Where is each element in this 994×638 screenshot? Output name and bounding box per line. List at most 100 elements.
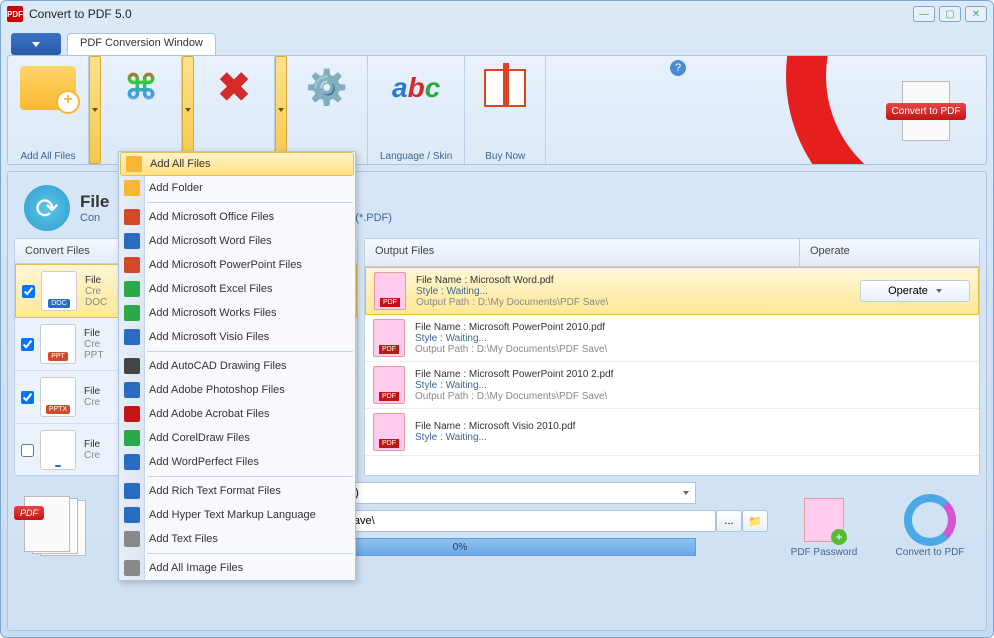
dropdown-item[interactable]: Add Adobe Photoshop Files bbox=[119, 378, 355, 402]
pdf-password-button[interactable]: PDF Password bbox=[774, 497, 874, 558]
source-checkbox[interactable] bbox=[21, 444, 34, 457]
operate-button[interactable]: Operate bbox=[860, 280, 970, 302]
menu-item-icon bbox=[124, 531, 140, 547]
pdf-password-icon bbox=[796, 497, 852, 543]
convert-to-pdf-button[interactable]: Convert to PDF bbox=[876, 76, 976, 146]
dropdown-item[interactable]: Add Text Files bbox=[119, 527, 355, 551]
menu-item-label: Add All Files bbox=[150, 158, 211, 170]
dropdown-item[interactable]: Add Rich Text Format Files bbox=[119, 479, 355, 503]
ribbon-office-dropdown[interactable] bbox=[182, 56, 194, 164]
dropdown-item[interactable]: Add WordPerfect Files bbox=[119, 450, 355, 474]
ribbon-buynow[interactable]: Buy Now bbox=[465, 56, 546, 164]
help-icon[interactable]: ? bbox=[670, 60, 686, 76]
menu-item-label: Add Adobe Photoshop Files bbox=[149, 384, 285, 396]
ribbon-add-all-label: Add All Files bbox=[20, 151, 75, 162]
browse-button[interactable]: ... bbox=[716, 510, 742, 532]
source-checkbox[interactable] bbox=[21, 338, 34, 351]
output-meta: File Name : Microsoft PowerPoint 2010 2.… bbox=[415, 369, 861, 402]
app-menu-orb[interactable] bbox=[11, 33, 61, 55]
output-item[interactable]: PDF File Name : Microsoft Visio 2010.pdfS… bbox=[365, 409, 979, 456]
dropdown-item[interactable]: Add CorelDraw Files bbox=[119, 426, 355, 450]
menu-item-icon bbox=[124, 382, 140, 398]
dropdown-item[interactable]: Add Microsoft Excel Files bbox=[119, 277, 355, 301]
minimize-button[interactable]: — bbox=[913, 6, 935, 22]
dropdown-item[interactable]: Add Hyper Text Markup Language bbox=[119, 503, 355, 527]
menu-item-icon bbox=[124, 180, 140, 196]
dropdown-separator bbox=[147, 202, 353, 203]
source-checkbox[interactable] bbox=[22, 285, 35, 298]
menu-item-icon bbox=[124, 209, 140, 225]
close-button[interactable]: ✕ bbox=[965, 6, 987, 22]
folder-add-icon bbox=[20, 60, 76, 116]
convert-button-label: Convert to PDF bbox=[896, 547, 965, 558]
tab-pdf-conversion[interactable]: PDF Conversion Window bbox=[67, 33, 216, 55]
menu-item-label: Add Microsoft Word Files bbox=[149, 235, 272, 247]
menu-item-icon bbox=[124, 430, 140, 446]
menu-item-label: Add CorelDraw Files bbox=[149, 432, 250, 444]
dropdown-item[interactable]: Add All Files bbox=[120, 152, 354, 176]
titlebar: PDF Convert to PDF 5.0 — ▢ ✕ bbox=[1, 1, 993, 27]
ribbon-remove-dropdown[interactable] bbox=[275, 56, 287, 164]
source-meta: FileCreDOC bbox=[85, 275, 107, 308]
ribbon-add-dropdown[interactable] bbox=[89, 56, 101, 164]
menu-item-icon bbox=[124, 257, 140, 273]
output-item[interactable]: PDFFile Name : Microsoft PowerPoint 2010… bbox=[365, 315, 979, 362]
dropdown-item[interactable]: Add Adobe Acrobat Files bbox=[119, 402, 355, 426]
dropdown-separator bbox=[147, 476, 353, 477]
source-meta: FileCrePPT bbox=[84, 328, 103, 361]
pdf-file-icon: PDF bbox=[373, 413, 405, 451]
output-col-operate: Operate bbox=[799, 239, 979, 266]
output-list: Output Files Operate PDFFile Name : Micr… bbox=[364, 238, 980, 476]
dropdown-item[interactable]: Add Microsoft Visio Files bbox=[119, 325, 355, 349]
menu-item-label: Add WordPerfect Files bbox=[149, 456, 259, 468]
ribbon-setting[interactable]: ⚙️ Setting bbox=[287, 56, 368, 164]
menu-item-label: Add Rich Text Format Files bbox=[149, 485, 281, 497]
ribbon-office[interactable]: ⌘ bbox=[101, 56, 182, 164]
menu-item-icon bbox=[124, 560, 140, 576]
pdf-file-icon: PDF bbox=[373, 319, 405, 357]
output-meta: File Name : Microsoft Visio 2010.pdfStyl… bbox=[415, 421, 861, 443]
convert-badge: Convert to PDF bbox=[886, 103, 967, 120]
convert-icon bbox=[902, 497, 958, 543]
output-item[interactable]: PDFFile Name : Microsoft Word.pdfStyle :… bbox=[365, 267, 979, 315]
gear-icon: ⚙️ bbox=[299, 60, 355, 116]
add-files-dropdown[interactable]: Add All Files Add Folder Add Microsoft Off… bbox=[118, 151, 356, 581]
dropdown-item[interactable]: Add All Image Files bbox=[119, 556, 355, 580]
source-checkbox[interactable] bbox=[21, 391, 34, 404]
dropdown-item[interactable]: Add Microsoft Office Files bbox=[119, 205, 355, 229]
menu-item-icon bbox=[124, 358, 140, 374]
menu-item-icon bbox=[124, 454, 140, 470]
dropdown-item[interactable]: Add AutoCAD Drawing Files bbox=[119, 354, 355, 378]
menu-item-icon bbox=[124, 483, 140, 499]
source-meta: FileCre bbox=[84, 386, 100, 408]
dropdown-item[interactable]: Add Microsoft PowerPoint Files bbox=[119, 253, 355, 277]
menu-item-icon bbox=[124, 281, 140, 297]
abc-icon: abc bbox=[388, 60, 444, 116]
ribbon-add-all[interactable]: Add All Files bbox=[8, 56, 89, 164]
menu-item-icon bbox=[124, 507, 140, 523]
menu-item-label: Add Folder bbox=[149, 182, 203, 194]
ribbon-language[interactable]: abc Language / Skin bbox=[368, 56, 465, 164]
office-add-icon: ⌘ bbox=[113, 60, 169, 116]
dropdown-item[interactable]: Add Microsoft Works Files bbox=[119, 301, 355, 325]
menu-item-icon bbox=[124, 233, 140, 249]
menu-item-label: Add Text Files bbox=[149, 533, 218, 545]
output-header: Output Files Operate bbox=[365, 239, 979, 267]
menu-item-label: Add Adobe Acrobat Files bbox=[149, 408, 269, 420]
file-type-icon: DOC bbox=[41, 271, 77, 311]
pdf-file-icon: PDF bbox=[373, 366, 405, 404]
dropdown-item[interactable]: Add Folder bbox=[119, 176, 355, 200]
dropdown-item[interactable]: Add Microsoft Word Files bbox=[119, 229, 355, 253]
maximize-button[interactable]: ▢ bbox=[939, 6, 961, 22]
menu-item-label: Add All Image Files bbox=[149, 562, 243, 574]
pdf-badge: PDF bbox=[14, 506, 44, 520]
page-subtitle-left: Con bbox=[80, 212, 100, 224]
ribbon-remove[interactable]: ✖ bbox=[194, 56, 275, 164]
output-item[interactable]: PDF File Name : Microsoft PowerPoint 2010… bbox=[365, 362, 979, 409]
tab-row: PDF Conversion Window bbox=[1, 27, 993, 55]
convert-button[interactable]: Convert to PDF bbox=[880, 497, 980, 558]
open-folder-button[interactable]: 📁 bbox=[742, 510, 768, 532]
menu-item-icon bbox=[124, 329, 140, 345]
file-type-icon bbox=[40, 430, 76, 470]
menu-item-label: Add Hyper Text Markup Language bbox=[149, 509, 316, 521]
